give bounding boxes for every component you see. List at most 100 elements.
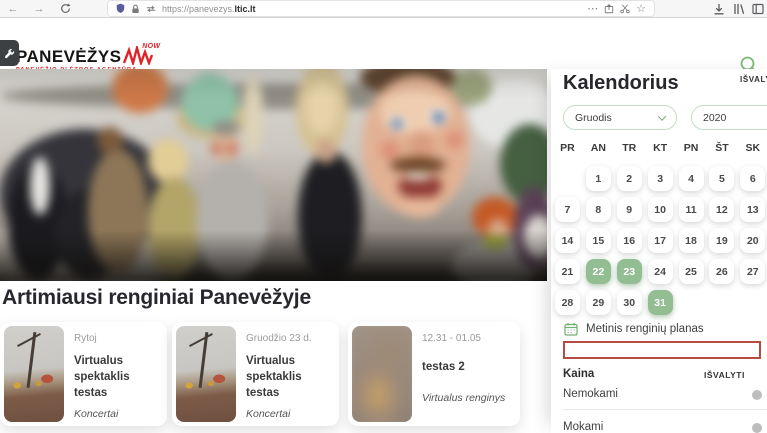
calendar-day-header: PR [552,142,583,154]
back-icon[interactable]: ← [4,0,22,17]
event-card-image [352,326,412,422]
calendar-day-22[interactable]: 22 [586,259,611,284]
event-card-title: testas 2 [422,359,505,375]
downloads-icon[interactable] [711,2,727,16]
screenshot-icon[interactable] [620,4,630,14]
event-card-image [176,326,236,422]
event-card-category: Virtualus renginys [422,392,505,404]
calendar-day-10[interactable]: 10 [648,197,673,222]
calendar-day-14[interactable]: 14 [555,228,580,253]
calendar-day-1[interactable]: 1 [586,166,611,191]
calendar-sidebar: Kalendorius IŠVALYTI Gruodis 2020 PRANTR… [551,69,767,433]
event-card-date: Gruodžio 23 d. [246,333,331,344]
calendar-day-header: TR [614,142,645,154]
calendar-day-11[interactable]: 11 [679,197,704,222]
calendar-day-3[interactable]: 3 [648,166,673,191]
calendar-day-21[interactable]: 21 [555,259,580,284]
price-option-free-label[interactable]: Nemokami [563,388,618,400]
calendar-icon [564,322,578,336]
calendar-day-27[interactable]: 27 [740,259,765,284]
event-card-category: Koncertai [74,408,159,420]
page: ← → https://panevezys.ltic.lt ⋯ ☆ [0,0,767,433]
price-option-free-toggle[interactable] [752,390,762,400]
calendar-title: Kalendorius [563,72,679,95]
site-header: PANEVĖŽYS NOW PANEVĖŽIO PLĖTROS AGENTŪRA [0,18,767,69]
year-select-value: 2020 [703,112,726,124]
event-card-date: Rytoj [74,333,159,344]
divider [563,409,767,410]
calendar-clear-button[interactable]: IŠVALYTI [740,75,767,84]
event-cards-row: Rytoj Virtualus spektaklis testas Koncerta… [0,322,551,428]
calendar-day-header: KT [645,142,676,154]
event-card[interactable]: Gruodžio 23 d. Virtualus spektaklis testa… [172,322,339,426]
calendar-day-12[interactable]: 12 [709,197,734,222]
calendar-day-header: PN [676,142,707,154]
month-select[interactable]: Gruodis [563,105,677,130]
year-select[interactable]: 2020 [691,105,767,130]
event-card-date: 12.31 - 01.05 [422,333,505,344]
chevron-down-icon [658,112,666,120]
page-actions-icon[interactable]: ⋯ [587,2,598,15]
calendar-day-20[interactable]: 20 [740,228,765,253]
event-card-title: Virtualus spektaklis testas [246,353,331,401]
calendar-day-15[interactable]: 15 [586,228,611,253]
calendar-day-4[interactable]: 4 [679,166,704,191]
accessibility-tools-tab[interactable] [0,40,19,66]
event-card-text: 12.31 - 01.05 testas 2 Virtualus renginys [422,326,509,422]
price-clear-button[interactable]: IŠVALYTI [704,370,745,380]
event-card-category: Koncertai [246,408,331,420]
calendar-day-23[interactable]: 23 [617,259,642,284]
calendar-day-16[interactable]: 16 [617,228,642,253]
annual-plan-checkbox[interactable]: Metinis renginių planas [564,322,704,336]
logo-zigzag-icon: NOW [123,46,157,65]
browser-toolbar: ← → https://panevezys.ltic.lt ⋯ ☆ [0,0,767,18]
event-card-text: RytojVirtualus spektaklis testasKoncerta… [74,326,163,422]
calendar-day-5[interactable]: 5 [709,166,734,191]
permissions-icon[interactable] [146,5,156,13]
forward-icon[interactable]: → [30,0,48,17]
calendar-day-18[interactable]: 18 [679,228,704,253]
calendar-day-6[interactable]: 6 [740,166,765,191]
calendar-day-26[interactable]: 26 [709,259,734,284]
library-icon[interactable] [731,2,747,16]
price-option-paid-label[interactable]: Mokami [563,421,603,433]
hero-vignette [0,69,547,281]
annual-plan-label: Metinis renginių planas [586,323,704,335]
events-heading: Artimiausi renginiai Panevėžyje [2,286,311,310]
price-filter-label: Kaina [563,368,594,380]
calendar-day-header: ŠT [706,142,737,154]
calendar-days-grid: 1234567891011121314151617181920212223242… [552,163,767,318]
url-text[interactable]: https://panevezys.ltic.lt [162,4,256,14]
calendar-day-25[interactable]: 25 [679,259,704,284]
calendar-day-24[interactable]: 24 [648,259,673,284]
reload-icon[interactable] [56,0,74,17]
bookmark-star-icon[interactable]: ☆ [636,2,646,15]
price-option-paid-toggle[interactable] [752,423,762,433]
calendar-day-9[interactable]: 9 [617,197,642,222]
calendar-day-headers: PRANTRKTPNŠTSK [552,142,767,154]
calendar-day-28[interactable]: 28 [555,290,580,315]
wrench-icon [4,48,15,59]
event-card[interactable]: 12.31 - 01.05 testas 2 Virtualus renginys [348,322,520,426]
sidebar-toggle-icon[interactable] [750,2,766,16]
logo-title: PANEVĖŽYS [16,48,121,65]
calendar-day-8[interactable]: 8 [586,197,611,222]
calendar-day-19[interactable]: 19 [709,228,734,253]
calendar-day-2[interactable]: 2 [617,166,642,191]
calendar-day-17[interactable]: 17 [648,228,673,253]
event-card-image [4,326,64,422]
event-card[interactable]: RytojVirtualus spektaklis testasKoncerta… [0,322,167,426]
tracking-shield-icon[interactable] [116,3,125,14]
calendar-day-13[interactable]: 13 [740,197,765,222]
calendar-day-header: AN [583,142,614,154]
calendar-day-7[interactable]: 7 [555,197,580,222]
calendar-day-29[interactable]: 29 [586,290,611,315]
send-tab-icon[interactable] [604,4,614,14]
calendar-day-30[interactable]: 30 [617,290,642,315]
annual-plan-input[interactable] [563,341,761,359]
month-select-value: Gruodis [575,112,612,124]
address-bar[interactable]: https://panevezys.ltic.lt ⋯ ☆ [108,1,654,16]
calendar-day-31[interactable]: 31 [648,290,673,315]
lock-icon[interactable] [131,4,140,14]
calendar-day-header: SK [737,142,767,154]
